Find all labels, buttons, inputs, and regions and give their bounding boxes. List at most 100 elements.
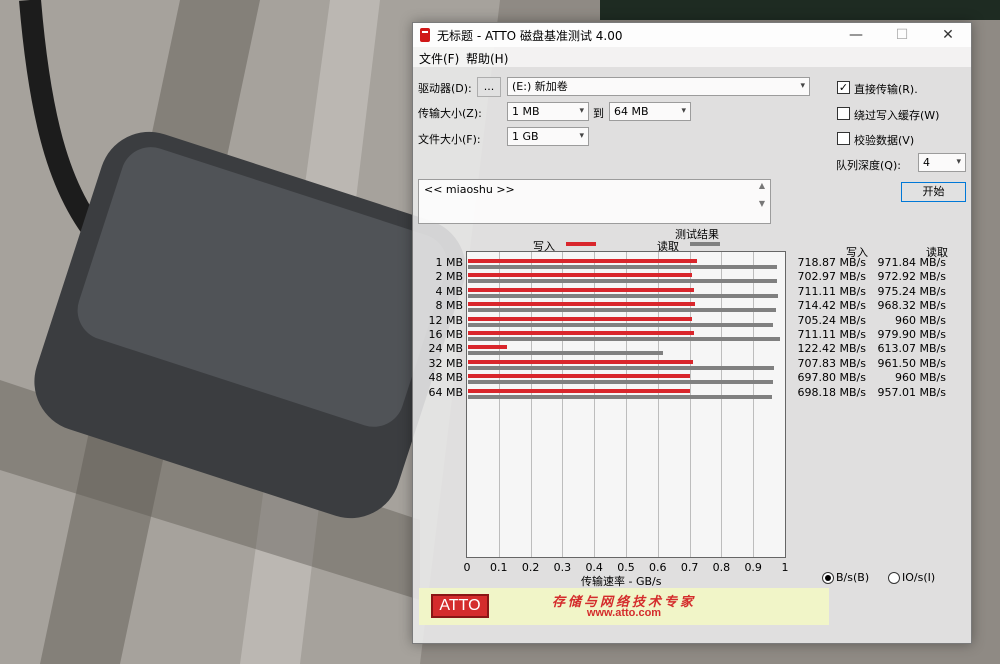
read-speed-value: 972.92 MB/s	[877, 270, 946, 284]
maximize-icon: ☐	[895, 27, 909, 43]
bypass-cache-checkbox[interactable]	[837, 107, 850, 120]
atto-benchmark-window: 无标题 - ATTO 磁盘基准测试 4.00 — ☐ ✕ 文件(F) 帮助(H)…	[412, 22, 972, 644]
transfer-size-tick: 32 MB	[428, 356, 463, 370]
x-tick-label: 0.3	[553, 561, 572, 574]
write-speed-value: 697.80 MB/s	[797, 371, 866, 385]
write-speed-value: 711.11 MB/s	[797, 284, 866, 298]
write-speed-value: 705.24 MB/s	[797, 313, 866, 327]
direct-io-checkbox[interactable]: ✓	[837, 81, 850, 94]
read-bar	[468, 279, 778, 284]
bytes-per-second-radio[interactable]	[822, 572, 834, 584]
transfer-size-tick: 24 MB	[428, 342, 463, 356]
transfer-size-tick: 16 MB	[428, 328, 463, 341]
read-bar	[468, 351, 663, 356]
drive-value: (E:) 新加卷	[512, 80, 568, 93]
write-speed-value: 707.83 MB/s	[797, 356, 866, 370]
x-tick-label: 0	[463, 561, 471, 574]
legend-read-swatch	[690, 242, 720, 246]
transfer-size-tick: 4 MB	[435, 284, 463, 298]
write-bar	[468, 287, 695, 292]
transfer-to-value: 64 MB	[614, 105, 649, 118]
description-textarea[interactable]: << miaoshu >> ▲ ▼	[418, 179, 771, 224]
transfer-size-tick: 12 MB	[428, 313, 463, 327]
write-bar	[468, 331, 695, 335]
transfer-from-select[interactable]: 1 MB ▾	[507, 102, 589, 121]
write-bar	[468, 259, 697, 263]
read-speed-value: 968.32 MB/s	[877, 299, 946, 313]
atto-app-icon	[420, 28, 430, 42]
write-bar	[468, 388, 690, 393]
read-bar	[468, 293, 779, 298]
write-bar	[468, 316, 693, 321]
transfer-size-label: 传输大小(Z):	[418, 107, 482, 120]
to-label: 到	[593, 107, 604, 120]
x-axis-label: 传输速率 - GB/s	[581, 575, 662, 588]
window-title: 无标题 - ATTO 磁盘基准测试 4.00	[437, 29, 623, 43]
start-button[interactable]: 开始	[901, 182, 966, 202]
x-tick-label: 0.8	[712, 561, 731, 574]
file-size-select[interactable]: 1 GB ▾	[507, 127, 589, 146]
menu-help[interactable]: 帮助(H)	[466, 50, 508, 67]
write-bar	[468, 345, 507, 350]
verify-data-checkbox[interactable]	[837, 132, 850, 145]
read-speed-value: 960 MB/s	[895, 371, 946, 385]
chevron-down-icon: ▾	[681, 106, 686, 116]
chevron-down-icon: ▾	[956, 157, 961, 167]
read-speed-value: 961.50 MB/s	[877, 356, 946, 370]
x-tick-label: 0.6	[649, 561, 667, 574]
transfer-to-select[interactable]: 64 MB ▾	[609, 102, 691, 121]
verify-data-label: 校验数据(V)	[854, 134, 915, 147]
write-speed-value: 698.18 MB/s	[797, 385, 866, 399]
x-tick-label: 0.1	[490, 561, 508, 574]
write-speed-value: 718.87 MB/s	[797, 256, 866, 269]
transfer-size-tick: 48 MB	[428, 371, 463, 385]
browse-drive-button[interactable]: ...	[477, 77, 501, 97]
io-per-second-radio[interactable]	[888, 572, 900, 584]
chevron-down-icon: ▾	[579, 131, 584, 141]
write-bar	[468, 302, 696, 307]
close-icon: ✕	[942, 27, 954, 43]
minimize-icon: —	[849, 27, 863, 43]
transfer-size-tick: 2 MB	[435, 270, 463, 284]
transfer-size-tick: 8 MB	[435, 299, 463, 313]
read-speed-value: 960 MB/s	[895, 313, 946, 327]
write-bar	[468, 374, 690, 379]
drive-label: 驱动器(D):	[418, 82, 472, 95]
file-size-value: 1 GB	[512, 130, 539, 143]
atto-banner[interactable]: ATTO 存储与网络技术专家 www.atto.com	[419, 588, 829, 625]
bypass-cache-label: 绕过写入缓存(W)	[854, 109, 940, 122]
read-bar	[468, 380, 774, 385]
scrollbar[interactable]: ▲ ▼	[755, 181, 769, 222]
read-speed-value: 971.84 MB/s	[877, 256, 946, 269]
menu-file[interactable]: 文件(F)	[419, 50, 459, 67]
check-icon: ✓	[838, 81, 849, 94]
read-bar	[468, 308, 776, 313]
read-bar	[468, 365, 774, 370]
transfer-size-tick: 64 MB	[428, 385, 463, 399]
write-speed-value: 714.42 MB/s	[797, 299, 866, 313]
direct-io-label: 直接传输(R).	[854, 83, 918, 96]
x-tick-label: 0.7	[680, 561, 699, 574]
results-chart	[466, 251, 786, 558]
write-speed-value: 711.11 MB/s	[797, 328, 866, 341]
results-title: 测试结果	[675, 228, 719, 241]
x-tick-label: 0.5	[617, 561, 635, 574]
read-speed-value: 975.24 MB/s	[877, 284, 946, 298]
write-bar	[468, 359, 694, 364]
maximize-button[interactable]: ☐	[879, 23, 925, 47]
queue-depth-select[interactable]: 4 ▾	[918, 153, 966, 172]
read-speed-value: 979.90 MB/s	[877, 328, 946, 341]
close-button[interactable]: ✕	[925, 23, 971, 47]
minimize-button[interactable]: —	[833, 23, 879, 47]
write-bar	[468, 273, 692, 278]
title-bar[interactable]: 无标题 - ATTO 磁盘基准测试 4.00 — ☐ ✕	[413, 23, 971, 47]
read-bar	[468, 322, 774, 327]
transfer-from-value: 1 MB	[512, 105, 540, 118]
banner-url: www.atto.com	[586, 607, 662, 619]
drive-select[interactable]: (E:) 新加卷 ▾	[507, 77, 810, 96]
write-speed-value: 122.42 MB/s	[797, 342, 866, 356]
x-tick-label: 1	[781, 561, 789, 574]
io-per-second-label: IO/s(I)	[902, 571, 936, 584]
atto-logo: ATTO	[431, 594, 489, 618]
legend-write-swatch	[566, 242, 596, 246]
